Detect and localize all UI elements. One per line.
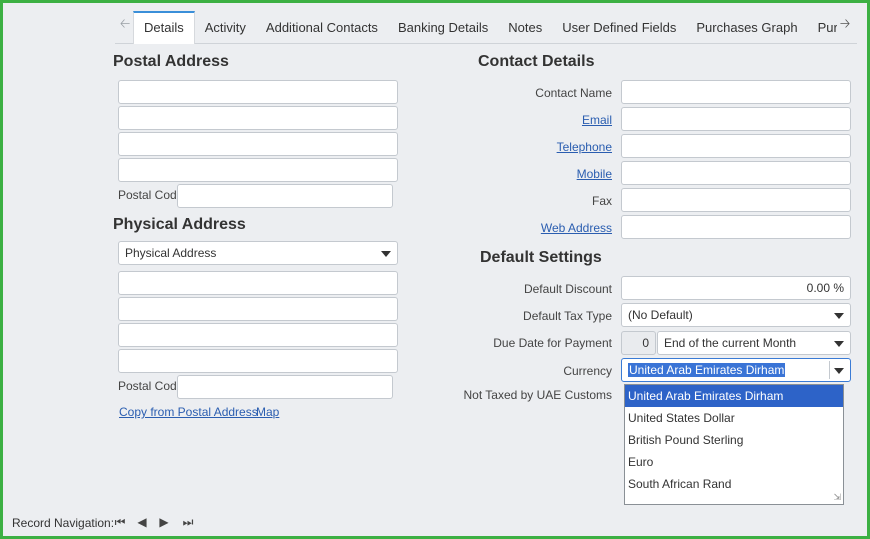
due-date-value: End of the current Month [664,336,797,350]
currency-option[interactable]: United Arab Emirates Dirham [625,385,843,407]
currency-value: United Arab Emirates Dirham [628,363,786,377]
currency-option[interactable]: British Pound Sterling [625,429,843,451]
next-record-icon[interactable]: ▶ [156,514,172,530]
currency-option[interactable]: United States Dollar [625,407,843,429]
due-days-input[interactable]: 0 [621,331,656,355]
currency-label: Currency [563,364,612,378]
currency-option[interactable]: Euro [625,451,843,473]
map-link[interactable]: Map [256,405,279,419]
record-navigation-label: Record Navigation: [12,516,115,530]
tab-purchase-orders[interactable]: Purchase O [808,12,837,44]
telephone-link[interactable]: Telephone [483,140,612,154]
arrow-left-icon[interactable]: 🡠 [117,13,133,35]
postal-code-label: Postal Code [118,188,184,202]
currency-dropdown-list: United Arab Emirates Dirham United State… [624,384,844,505]
physical-postal-code-label: Postal Code [118,379,184,393]
not-taxed-label: Not Taxed by UAE Customs [463,388,612,402]
postal-address-heading: Postal Address [113,53,229,70]
tax-type-value: (No Default) [628,308,693,322]
physical-address-line-3[interactable] [118,323,398,347]
mobile-input[interactable] [621,161,851,185]
email-input[interactable] [621,107,851,131]
tab-details[interactable]: Details [133,11,195,44]
physical-address-heading: Physical Address [113,216,246,233]
default-tax-type-select[interactable]: (No Default) [621,303,851,327]
tab-additional-contacts[interactable]: Additional Contacts [256,12,388,44]
currency-option[interactable]: South African Rand [625,473,843,495]
contact-name-input[interactable] [621,80,851,104]
contact-details-heading: Contact Details [478,53,595,70]
tab-notes[interactable]: Notes [498,12,552,44]
chevron-down-icon [834,368,844,374]
postal-address-line-4[interactable] [118,158,398,182]
postal-address-line-1[interactable] [118,80,398,104]
due-date-select[interactable]: End of the current Month [657,331,851,355]
mobile-link[interactable]: Mobile [483,167,612,181]
postal-code-input[interactable] [177,184,393,208]
select-separator [829,361,830,379]
fax-label: Fax [591,194,612,208]
chevron-down-icon [381,251,391,257]
postal-address-line-2[interactable] [118,106,398,130]
physical-address-select-value: Physical Address [125,246,217,260]
due-date-label: Due Date for Payment [493,336,612,350]
first-record-icon[interactable]: ⏮ [112,514,128,530]
physical-address-line-4[interactable] [118,349,398,373]
arrow-right-icon[interactable]: 🡢 [837,13,853,35]
tab-user-defined-fields[interactable]: User Defined Fields [552,12,686,44]
tab-banking-details[interactable]: Banking Details [388,12,498,44]
tab-bar: 🡠 Details Activity Additional Contacts Bank… [115,11,857,44]
physical-postal-code-input[interactable] [177,375,393,399]
physical-address-line-2[interactable] [118,297,398,321]
email-link[interactable]: Email [483,113,612,127]
default-tax-type-label: Default Tax Type [523,309,612,323]
default-discount-input[interactable]: 0.00 % [621,276,851,300]
web-address-input[interactable] [621,215,851,239]
physical-address-type-select[interactable]: Physical Address [118,241,398,265]
telephone-input[interactable] [621,134,851,158]
tab-list: Details Activity Additional Contacts Bankin… [133,11,837,44]
web-address-link[interactable]: Web Address [483,221,612,235]
resize-grip-icon[interactable]: ⇲ [833,492,841,503]
copy-from-postal-link[interactable]: Copy from Postal Address [119,405,258,419]
chevron-down-icon [834,313,844,319]
physical-address-line-1[interactable] [118,271,398,295]
tab-activity[interactable]: Activity [195,12,256,44]
previous-record-icon[interactable]: ◀ [134,514,150,530]
contact-name-label: Contact Name [535,86,612,100]
window-frame: 🡠 Details Activity Additional Contacts Bank… [0,0,870,539]
chevron-down-icon [834,341,844,347]
default-discount-label: Default Discount [523,282,612,296]
postal-address-line-3[interactable] [118,132,398,156]
fax-input[interactable] [621,188,851,212]
currency-select[interactable]: United Arab Emirates Dirham [621,358,851,382]
tab-purchases-graph[interactable]: Purchases Graph [686,12,807,44]
last-record-icon[interactable]: ⏭ [180,514,196,530]
default-settings-heading: Default Settings [480,249,602,266]
